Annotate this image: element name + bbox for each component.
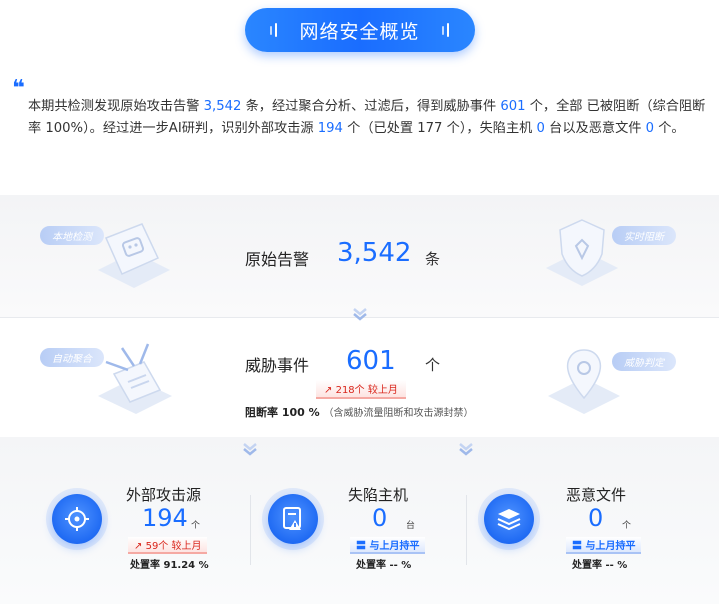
stat-title: 失陷主机 (348, 486, 409, 504)
title-wrap: 网络安全概览 (0, 8, 719, 52)
summary-alerts-count: 3,542 (203, 99, 242, 114)
bars-right-icon (441, 23, 449, 37)
events-trend-badge: ↗ 218个 较上月 (316, 380, 406, 399)
chevron-down-icon (243, 443, 257, 456)
stat-card-external-sources: 外部攻击源 194 个 ↗ 59个 较上月 处置率 91.24 % (52, 480, 262, 590)
stat-value: 0 (372, 504, 388, 532)
separator (250, 495, 251, 565)
block-rate: 阻断率 100 % （含威胁流量阻断和攻击源封禁） (245, 404, 474, 420)
stat-title: 外部攻击源 (126, 486, 202, 504)
stat-trend: ↗ 59个 较上月 (128, 537, 208, 554)
chevron-down-icon (353, 308, 367, 321)
section-title: 网络安全概览 (299, 20, 420, 43)
quote-icon: ❝ (12, 76, 25, 101)
events-label: 威胁事件 (245, 356, 310, 375)
stat-card-infected-hosts: 失陷主机 0 台 〓 与上月持平 处置率 -- % (268, 480, 478, 590)
stat-title: 恶意文件 (566, 486, 627, 504)
shield-block-icon (546, 219, 618, 286)
stat-unit: 个 (191, 521, 201, 531)
arrow-up-right-icon: ↗ (324, 385, 333, 396)
stat-unit: 台 (406, 521, 416, 531)
summary-text: 个。 (654, 121, 685, 136)
alerts-label: 原始告警 (245, 250, 310, 269)
stat-trend: 〓 与上月持平 (566, 537, 642, 554)
summary-text: 台以及恶意文件 (544, 121, 646, 136)
section-title-banner: 网络安全概览 (244, 8, 475, 52)
alerts-value: 3,542 (337, 238, 412, 268)
stat-rate: 处置率 -- % (572, 560, 628, 571)
summary-text: 条，经过聚合分析、过滤后，得到威胁事件 (241, 99, 501, 114)
location-judge-icon (548, 349, 620, 414)
bars-left-icon (270, 23, 278, 37)
crosshair-target-icon (52, 494, 102, 544)
aggregate-document-icon (98, 343, 172, 414)
block-rate-value: 阻断率 100 % (245, 406, 320, 419)
summary-events-count: 601 (500, 99, 526, 114)
chevron-down-icon (459, 443, 473, 456)
monitor-chat-icon (98, 223, 170, 288)
equals-icon: 〓 (572, 541, 582, 552)
stat-card-malicious-files: 恶意文件 0 个 〓 与上月持平 处置率 -- % (484, 480, 694, 590)
stat-trend-text: 59个 较上月 (145, 541, 202, 552)
stat-value: 194 (142, 504, 188, 532)
alerts-unit: 条 (425, 250, 441, 268)
tag-realtime-block: 实时阻断 (612, 226, 676, 245)
events-unit: 个 (425, 356, 441, 374)
summary-files-count: 0 (645, 121, 655, 136)
events-value: 601 (346, 346, 396, 376)
block-rate-note: （含威胁流量阻断和攻击源封禁） (323, 408, 474, 419)
stat-trend-text: 与上月持平 (369, 541, 420, 552)
summary-text: 个（已处置 177 个），失陷主机 (342, 121, 537, 136)
stat-rate: 处置率 91.24 % (130, 560, 209, 571)
summary-hosts-count: 0 (536, 121, 545, 136)
infected-host-icon (268, 494, 318, 544)
arrow-up-right-icon: ↗ (134, 541, 143, 552)
tag-threat-judge: 威胁判定 (612, 352, 676, 371)
stat-trend-text: 与上月持平 (585, 541, 636, 552)
stat-rate: 处置率 -- % (356, 560, 412, 571)
equals-icon: 〓 (356, 541, 366, 552)
malicious-file-stack-icon (484, 494, 534, 544)
summary-paragraph: 本期共检测发现原始攻击告警 3,542 条，经过聚合分析、过滤后，得到威胁事件 … (28, 96, 708, 140)
summary-sources-count: 194 (317, 121, 343, 136)
summary-text: 本期共检测发现原始攻击告警 (28, 99, 204, 114)
separator (466, 495, 467, 565)
stat-unit: 个 (622, 521, 632, 531)
stat-value: 0 (588, 504, 604, 532)
stat-trend: 〓 与上月持平 (350, 537, 426, 554)
events-trend-text: 218个 较上月 (335, 385, 398, 396)
